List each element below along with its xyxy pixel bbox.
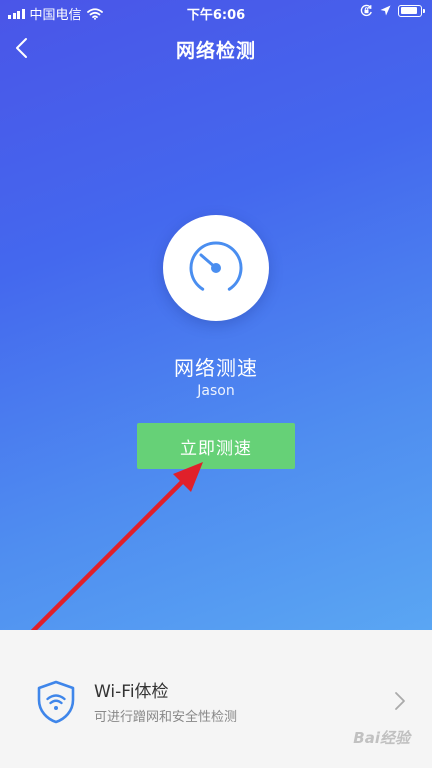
battery-level: [400, 7, 417, 14]
speedometer-icon: [189, 241, 243, 291]
list-item-title: Wi-Fi体检: [94, 682, 169, 702]
battery-icon: [398, 4, 425, 17]
orientation-lock-icon: [360, 4, 372, 17]
status-bar: 中国电信 下午6:06: [0, 0, 432, 24]
watermark: Bai经验: [353, 729, 410, 747]
location-icon: [380, 5, 391, 16]
nav-bar: 网络检测: [0, 28, 432, 68]
start-speed-test-button[interactable]: 立即测速: [137, 423, 295, 469]
status-right: [360, 4, 425, 17]
feature-title: 网络测速: [174, 356, 258, 380]
feature-subtitle: Jason: [197, 383, 235, 399]
tools-list: Wi-Fi体检 可进行蹭网和安全性检测 Bai经验: [0, 630, 432, 768]
speedometer-badge: [163, 215, 269, 321]
page-title: 网络检测: [175, 40, 256, 62]
list-item-description: 可进行蹭网和安全性检测: [94, 710, 238, 725]
wifi-shield-icon: [37, 680, 75, 724]
chevron-right-icon: [395, 692, 405, 710]
